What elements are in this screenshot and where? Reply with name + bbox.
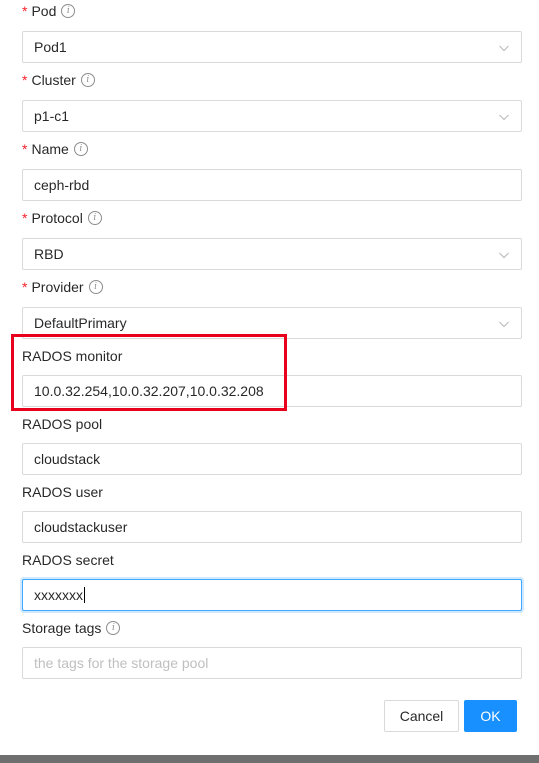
- protocol-select[interactable]: RBD: [22, 238, 522, 270]
- provider-select-value: DefaultPrimary: [34, 315, 127, 331]
- cancel-button[interactable]: Cancel: [384, 700, 459, 732]
- rados-user-input-value: cloudstackuser: [34, 519, 128, 535]
- cluster-label: * Cluster i: [22, 69, 95, 91]
- name-label: * Name i: [22, 138, 88, 160]
- required-mark: *: [22, 72, 28, 88]
- rados-monitor-input-value: 10.0.32.254,10.0.32.207,10.0.32.208: [34, 383, 264, 399]
- info-circle-icon[interactable]: i: [61, 4, 76, 18]
- info-circle-icon[interactable]: i: [88, 280, 103, 294]
- provider-label: * Provider i: [22, 276, 103, 298]
- rados-pool-label-text: RADOS pool: [22, 416, 103, 432]
- rados-user-input[interactable]: cloudstackuser: [22, 511, 522, 543]
- required-mark: *: [22, 141, 28, 157]
- rados-secret-label-text: RADOS secret: [22, 552, 114, 568]
- pod-select-value: Pod1: [34, 39, 67, 55]
- chevron-down-icon: [499, 321, 509, 328]
- cluster-select[interactable]: p1-c1: [22, 100, 522, 132]
- required-mark: *: [22, 3, 28, 19]
- info-circle-icon[interactable]: i: [80, 73, 95, 87]
- info-circle-icon[interactable]: i: [106, 621, 121, 635]
- chevron-down-icon: [499, 45, 509, 52]
- rados-user-label: RADOS user: [22, 481, 103, 503]
- rados-pool-input-value: cloudstack: [34, 451, 101, 467]
- rados-monitor-label: RADOS monitor: [22, 345, 122, 367]
- rados-secret-input[interactable]: xxxxxxx: [22, 579, 522, 611]
- info-circle-icon[interactable]: i: [73, 142, 88, 156]
- info-circle-icon[interactable]: i: [87, 211, 102, 225]
- add-primary-storage-form: * Pod i Pod1 * Cluster i p1-c1 * Name i …: [0, 0, 539, 763]
- provider-select[interactable]: DefaultPrimary: [22, 307, 522, 339]
- rados-user-label-text: RADOS user: [22, 484, 103, 500]
- provider-label-text: Provider: [31, 279, 84, 295]
- storage-tags-label: Storage tags i: [22, 617, 121, 639]
- rados-monitor-label-text: RADOS monitor: [22, 348, 123, 364]
- storage-tags-placeholder: the tags for the storage pool: [34, 655, 209, 671]
- rados-monitor-input[interactable]: 10.0.32.254,10.0.32.207,10.0.32.208: [22, 375, 522, 407]
- name-label-text: Name: [31, 141, 69, 157]
- required-mark: *: [22, 210, 28, 226]
- pod-label: * Pod i: [22, 0, 76, 22]
- chevron-down-icon: [499, 252, 509, 259]
- cluster-label-text: Cluster: [31, 72, 76, 88]
- cluster-select-value: p1-c1: [34, 108, 70, 124]
- pod-select[interactable]: Pod1: [22, 31, 522, 63]
- rados-pool-label: RADOS pool: [22, 413, 102, 435]
- rados-secret-label: RADOS secret: [22, 549, 114, 571]
- rados-secret-input-value: xxxxxxx: [34, 587, 83, 603]
- protocol-label: * Protocol i: [22, 207, 102, 229]
- rados-pool-input[interactable]: cloudstack: [22, 443, 522, 475]
- bottom-edge-bar: [0, 755, 539, 763]
- name-input-value: ceph-rbd: [34, 177, 90, 193]
- storage-tags-input[interactable]: the tags for the storage pool: [22, 647, 522, 679]
- required-mark: *: [22, 279, 28, 295]
- name-input[interactable]: ceph-rbd: [22, 169, 522, 201]
- chevron-down-icon: [499, 114, 509, 121]
- storage-tags-label-text: Storage tags: [22, 620, 102, 636]
- text-cursor: [84, 587, 85, 604]
- pod-label-text: Pod: [31, 3, 57, 19]
- ok-button[interactable]: OK: [464, 700, 517, 732]
- protocol-select-value: RBD: [34, 246, 64, 262]
- protocol-label-text: Protocol: [31, 210, 83, 226]
